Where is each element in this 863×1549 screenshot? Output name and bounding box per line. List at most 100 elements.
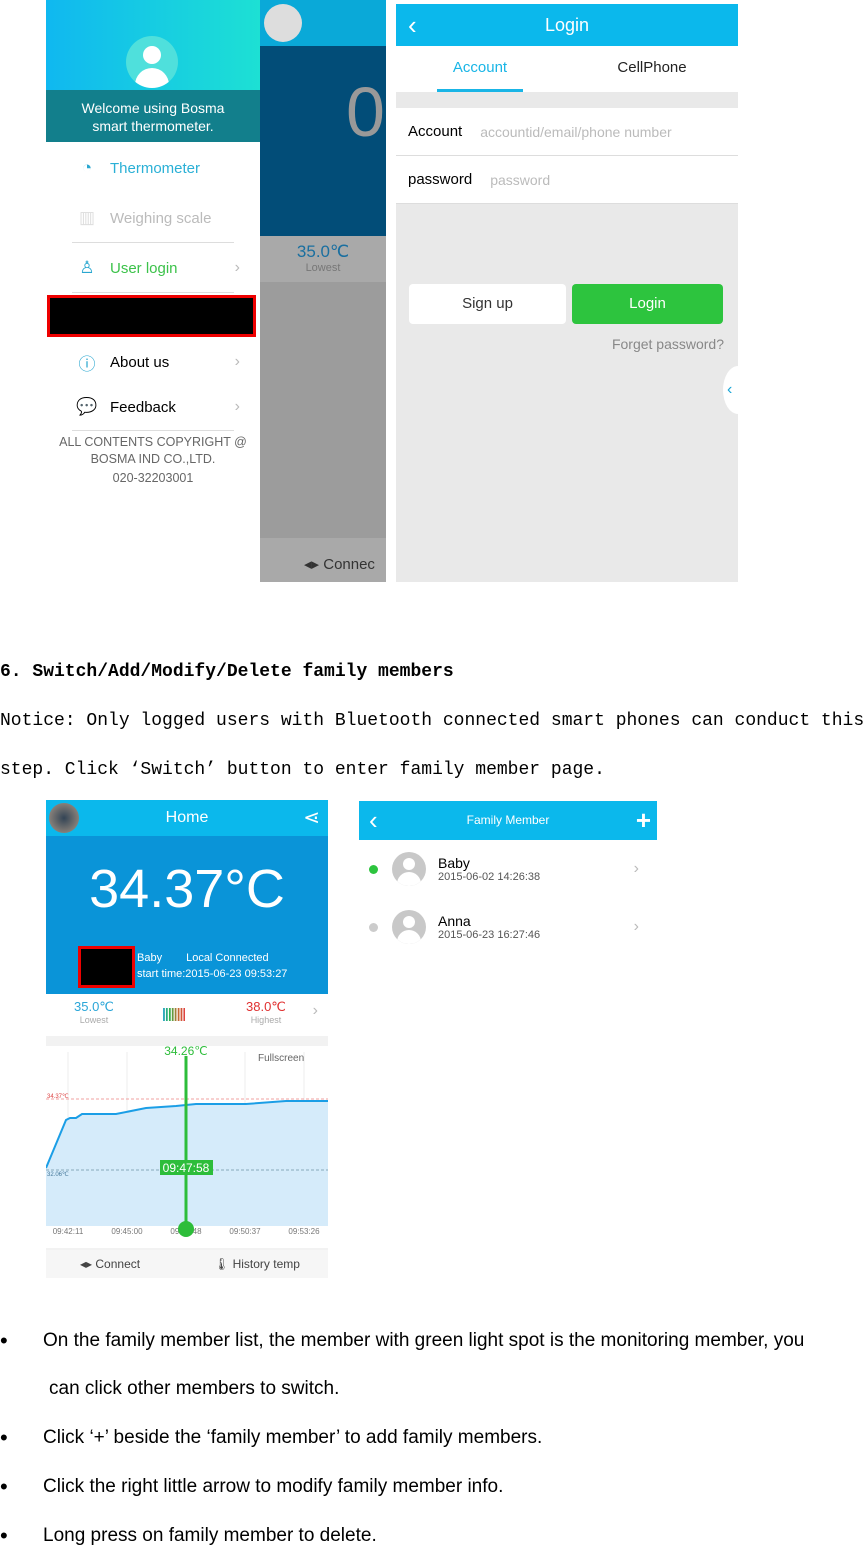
redacted-box bbox=[47, 295, 256, 337]
lowest-label: Lowest bbox=[305, 262, 341, 274]
bottom-bar: ◂▸ Connect 🌡 History temp bbox=[46, 1250, 328, 1278]
family-member-screen: ‹ Family Member + Baby 2015-06-02 14:26:3… bbox=[359, 801, 657, 961]
login-button[interactable]: Login bbox=[572, 284, 723, 324]
home-screen: Home ⋖ 34.37°C Baby Local Connected start… bbox=[46, 800, 328, 1278]
history-button[interactable]: 🌡 History temp bbox=[214, 1257, 300, 1271]
menu-item-thermometer[interactable]: ◔ Thermometer bbox=[70, 148, 240, 188]
password-label: password bbox=[408, 171, 473, 188]
welcome-line1: Welcome using Bosma bbox=[81, 100, 225, 116]
section-heading: 6. Switch/Add/Modify/Delete family membe… bbox=[0, 662, 454, 682]
avatar bbox=[392, 910, 426, 944]
back-icon[interactable]: ‹ bbox=[369, 801, 378, 840]
list-item[interactable]: Anna 2015-06-23 16:27:46 › bbox=[359, 902, 657, 952]
user-icon: ♙ bbox=[79, 258, 95, 277]
menu-label: User login bbox=[110, 259, 178, 277]
bullet-text: On the family member list, the member wi… bbox=[43, 1330, 805, 1351]
chevron-right-icon[interactable]: › bbox=[634, 860, 639, 878]
lowest-label: Lowest bbox=[79, 1015, 109, 1025]
avatar[interactable] bbox=[126, 36, 178, 88]
account-field[interactable]: Account accountid/email/phone number bbox=[396, 108, 738, 156]
bullet-text: Click ‘+’ beside the ‘family member’ to … bbox=[43, 1427, 543, 1448]
x-tick: 09:42:11 bbox=[53, 1227, 84, 1236]
login-tabs: Account CellPhone bbox=[396, 46, 738, 92]
member-time: 2015-06-23 16:27:46 bbox=[438, 929, 541, 941]
login-header: ‹ Login bbox=[396, 4, 738, 46]
add-member-button[interactable]: + bbox=[636, 801, 651, 840]
copyright-line2: BOSMA IND CO.,LTD. bbox=[90, 452, 216, 466]
scale-icon: ▥ bbox=[78, 208, 96, 227]
temperature-digit: 0 bbox=[346, 73, 385, 151]
connect-label: Connect bbox=[95, 1257, 141, 1271]
chevron-right-icon: › bbox=[234, 353, 240, 370]
copyright: ALL CONTENTS COPYRIGHT @ BOSMA IND CO.,L… bbox=[46, 434, 260, 487]
temperature-scale-icon: |||||||| bbox=[162, 1005, 186, 1021]
connect-button[interactable]: ◂▸ Connect bbox=[80, 1257, 140, 1271]
menu-item-feedback[interactable]: 💬 Feedback › bbox=[70, 387, 240, 427]
x-tick: 09:50:37 bbox=[229, 1227, 261, 1236]
password-field[interactable]: password password bbox=[396, 156, 738, 204]
page-title: Home bbox=[165, 809, 209, 826]
back-icon[interactable]: ‹ bbox=[408, 4, 417, 46]
login-screen: ‹ Login Account CellPhone Account accounti… bbox=[396, 4, 753, 582]
menu-item-user-login[interactable]: ♙ User login › bbox=[70, 248, 240, 288]
active-indicator bbox=[369, 864, 378, 874]
cursor-temperature: 34.26℃ bbox=[164, 1046, 208, 1058]
divider bbox=[72, 242, 234, 243]
lowest-value: 35.0℃ bbox=[296, 242, 350, 261]
side-toggle-icon[interactable]: ‹ bbox=[723, 366, 753, 414]
avatar bbox=[264, 4, 302, 42]
account-label: Account bbox=[408, 123, 463, 140]
welcome-line2: smart thermometer. bbox=[92, 118, 214, 134]
chevron-right-icon: › bbox=[234, 398, 240, 415]
history-label: History temp bbox=[232, 1257, 300, 1271]
menu-label: Feedback bbox=[110, 398, 176, 416]
avatar bbox=[392, 852, 426, 886]
divider bbox=[72, 292, 234, 293]
signup-button[interactable]: Sign up bbox=[409, 284, 566, 324]
range-bar[interactable]: 35.0℃ Lowest |||||||| 38.0℃ Highest › bbox=[46, 994, 328, 1036]
temperature-chart[interactable]: 34.37℃ 32.06℃ 34.26℃ 09:47:58 Fullscreen… bbox=[46, 1046, 328, 1248]
thermometer-icon: 🌡 bbox=[214, 1257, 230, 1271]
connection-status: Local Connected bbox=[186, 952, 269, 964]
chevron-right-icon[interactable]: › bbox=[634, 918, 639, 936]
avatar[interactable] bbox=[49, 803, 79, 833]
menu-label: Weighing scale bbox=[110, 209, 212, 227]
password-input[interactable]: password bbox=[490, 172, 550, 188]
member-time: 2015-06-02 14:26:38 bbox=[438, 871, 541, 883]
notice-line2: step. Click ‘Switch’ button to enter fam… bbox=[0, 760, 605, 780]
max-line-label: 34.37℃ bbox=[47, 1094, 69, 1100]
account-input[interactable]: accountid/email/phone number bbox=[480, 124, 671, 140]
member-name: Baby bbox=[438, 855, 470, 871]
redacted-box[interactable] bbox=[78, 946, 135, 988]
temperature-panel: 34.37°C Baby Local Connected start time:2… bbox=[46, 836, 328, 994]
bullet-text: Long press on family member to delete. bbox=[43, 1525, 377, 1546]
bullet-text: can click other members to switch. bbox=[49, 1378, 340, 1399]
chevron-right-icon: › bbox=[312, 1002, 318, 1019]
home-header: Home ⋖ bbox=[46, 800, 328, 836]
forget-password-link[interactable]: Forget password? bbox=[612, 336, 724, 352]
background-screen: 0 35.0℃ Lowest ◂▸ Connec bbox=[260, 0, 386, 582]
cursor-handle[interactable] bbox=[178, 1221, 194, 1237]
phone-number: 020-32203001 bbox=[112, 471, 194, 485]
min-line-label: 32.06℃ bbox=[47, 1172, 69, 1178]
connect-label: Connec bbox=[323, 556, 375, 573]
start-time: start time:2015-06-23 09:53:27 bbox=[137, 968, 288, 980]
menu-label: About us bbox=[110, 353, 170, 371]
cursor-time: 09:47:58 bbox=[163, 1161, 210, 1175]
app-drawer: Welcome using Bosma smart thermometer. ◔… bbox=[46, 0, 260, 582]
fullscreen-button[interactable]: Fullscreen bbox=[258, 1053, 304, 1064]
menu-item-about-us[interactable]: ⓘ About us › bbox=[70, 342, 241, 382]
tab-account[interactable]: Account bbox=[437, 46, 523, 92]
member-name: Baby bbox=[137, 952, 163, 964]
share-icon[interactable]: ⋖ bbox=[303, 800, 320, 836]
connect-button: ◂▸ Connec bbox=[260, 538, 386, 582]
family-header: ‹ Family Member + bbox=[359, 801, 657, 840]
highest-value: 38.0℃ bbox=[246, 999, 286, 1014]
list-item[interactable]: Baby 2015-06-02 14:26:38 › bbox=[359, 844, 657, 894]
tab-cellphone[interactable]: CellPhone bbox=[606, 46, 698, 92]
menu-item-weighing-scale[interactable]: ▥ Weighing scale bbox=[70, 198, 240, 238]
highest-label: Highest bbox=[250, 1015, 282, 1025]
bullet-text: Click the right little arrow to modify f… bbox=[43, 1476, 504, 1497]
lowest-value: 35.0℃ bbox=[74, 999, 114, 1014]
copyright-line1: ALL CONTENTS COPYRIGHT @ bbox=[59, 435, 247, 449]
